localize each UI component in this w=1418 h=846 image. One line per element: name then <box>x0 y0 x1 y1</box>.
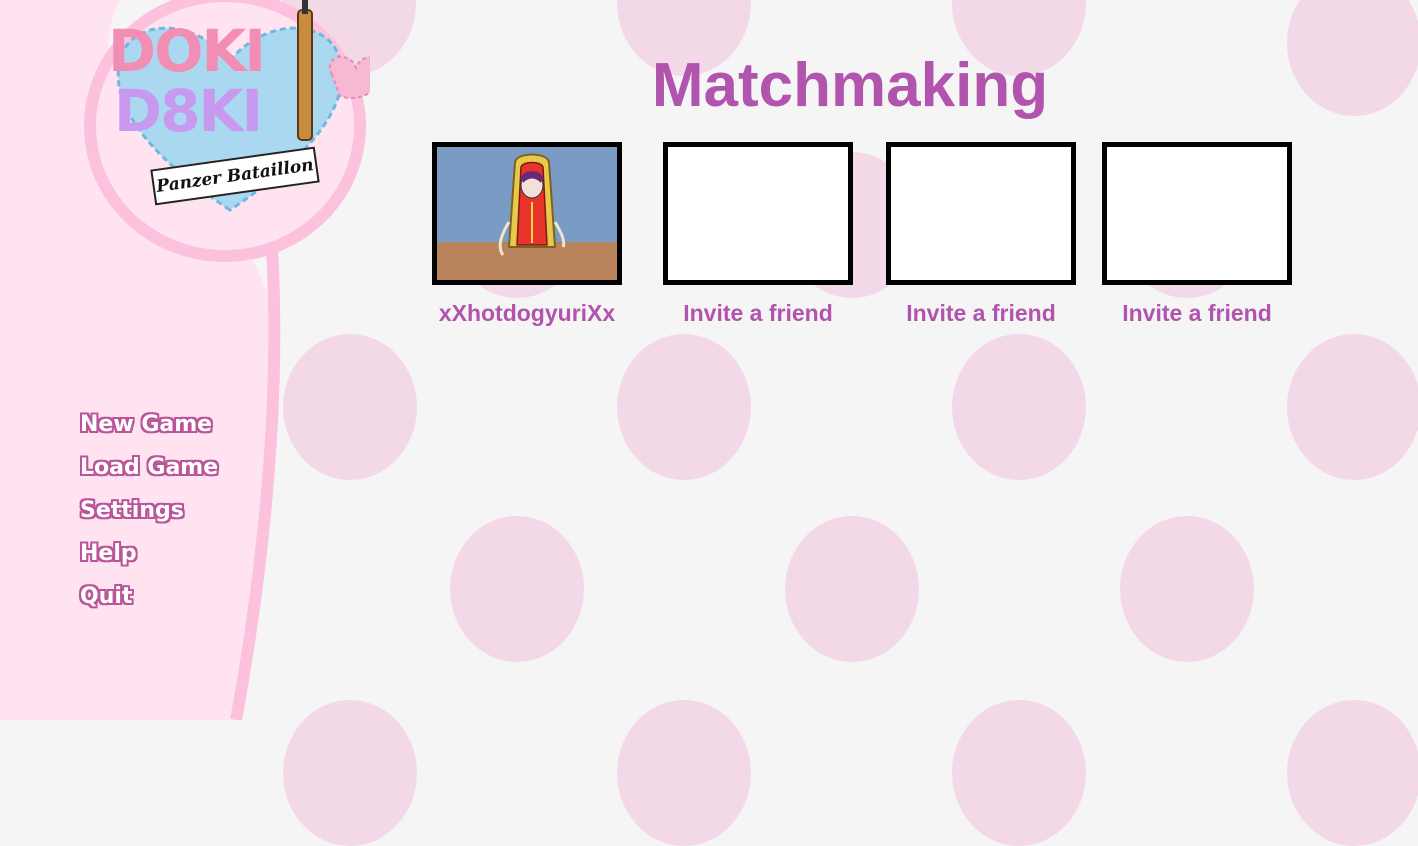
main-menu: New Game Load Game Settings Help Quit <box>80 408 218 623</box>
empty-slot-frame[interactable] <box>886 142 1076 285</box>
menu-new-game[interactable]: New Game <box>80 408 218 451</box>
player-slot-3: Invite a friend <box>886 142 1076 326</box>
menu-help[interactable]: Help <box>80 537 218 580</box>
menu-load-game[interactable]: Load Game <box>80 451 218 494</box>
player-avatar <box>437 147 617 280</box>
empty-slot-frame[interactable] <box>1102 142 1292 285</box>
player-slot-1: xXhotdogyuriXx <box>432 142 622 326</box>
player-slot-2: Invite a friend <box>663 142 853 326</box>
player-slot-4: Invite a friend <box>1102 142 1292 326</box>
invite-friend-link[interactable]: Invite a friend <box>1062 300 1332 327</box>
player-name: xXhotdogyuriXx <box>438 300 616 326</box>
page-title: Matchmaking <box>651 51 1049 120</box>
logo-word-bottom: D8KI <box>114 77 263 145</box>
sidebar: DOKI D8KI Panzer Bataillon New Game Load… <box>0 0 370 720</box>
empty-slot-frame[interactable] <box>663 142 853 285</box>
menu-settings[interactable]: Settings <box>80 494 218 537</box>
logo-word-top: DOKI <box>108 17 266 85</box>
player-avatar-frame[interactable] <box>432 142 622 285</box>
menu-quit[interactable]: Quit <box>80 580 218 623</box>
